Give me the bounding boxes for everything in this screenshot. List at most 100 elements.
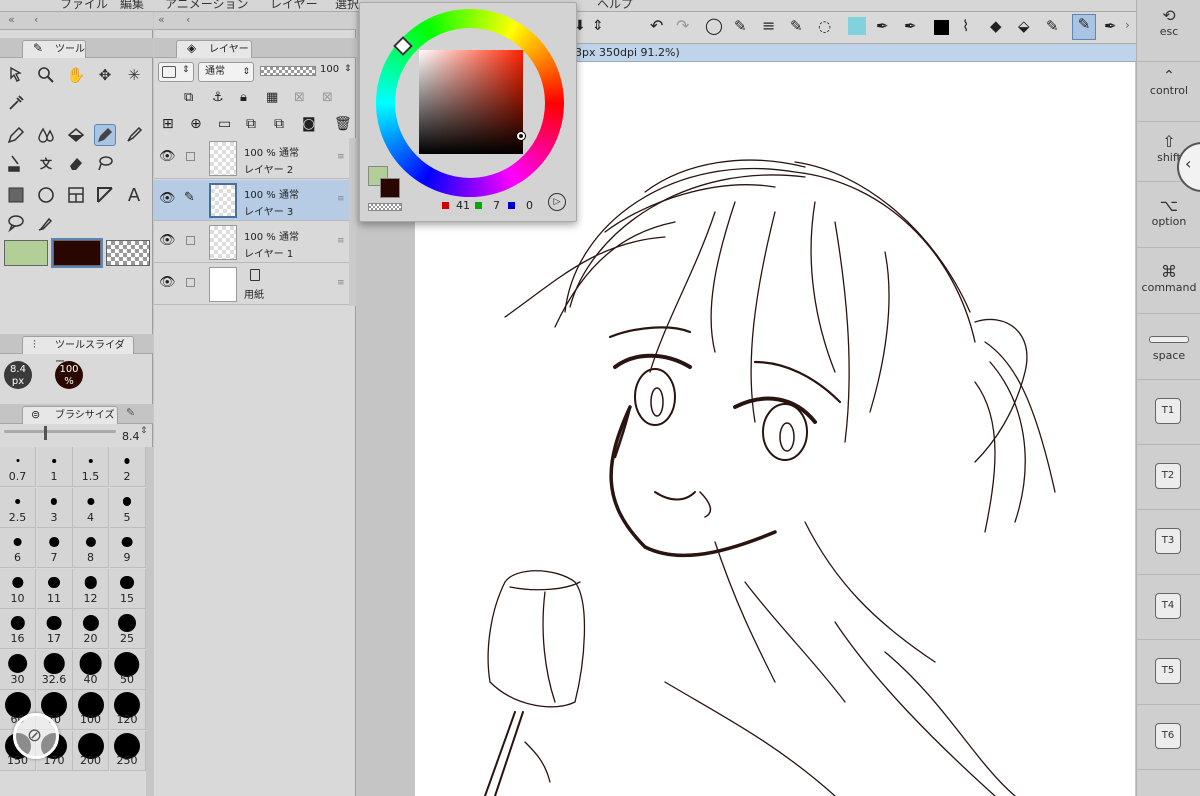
undo-icon[interactable]: ↶ — [650, 16, 663, 35]
collapse-left-icon[interactable]: « — [8, 13, 15, 26]
mask-icon[interactable]: ⊠ — [294, 90, 305, 105]
transparent-swatch[interactable] — [106, 240, 150, 266]
copy-layer-icon[interactable]: ⧉ — [246, 116, 256, 132]
gradient-icon[interactable] — [5, 152, 27, 174]
brush-size-cell[interactable]: 250 — [109, 730, 146, 771]
list-icon[interactable]: ≡ — [762, 16, 775, 35]
brush-size-cell[interactable]: 6 — [0, 528, 36, 568]
brush-size-slider-thumb[interactable] — [44, 426, 47, 440]
eye-icon[interactable]: 👁︎ — [159, 191, 176, 206]
brush-size-cell[interactable]: 4 — [73, 487, 109, 528]
ellipse-icon[interactable] — [35, 184, 57, 206]
eraser-icon[interactable]: ◆ — [990, 17, 1002, 35]
opacity-knob[interactable]: 100 % — [55, 361, 83, 389]
edit-target-checkbox[interactable] — [186, 152, 195, 161]
layer-scrollbar[interactable] — [349, 138, 356, 306]
mask-apply-icon[interactable]: ⊠ — [322, 90, 333, 105]
drag-handle-icon[interactable]: ≡ — [337, 278, 345, 288]
operation-tool-icon[interactable] — [5, 64, 27, 86]
drag-handle-icon[interactable]: ≡ — [337, 236, 345, 246]
option-key[interactable]: ⌥ option — [1137, 182, 1200, 248]
chevron-left-icon[interactable]: ‹ — [186, 13, 190, 26]
blend-icon[interactable] — [35, 124, 57, 146]
pen-icon[interactable]: ✎ — [790, 17, 803, 35]
brush-size-cell[interactable]: 12 — [73, 568, 109, 609]
clip-layer-icon[interactable]: ⧉ — [184, 90, 193, 105]
pen-icon[interactable]: ✒ — [904, 17, 917, 35]
edge-keyboard-button[interactable]: ⊘ — [13, 713, 59, 759]
menu-animation[interactable]: アニメーション — [165, 0, 249, 11]
balloon-icon[interactable] — [5, 212, 27, 234]
menu-edit[interactable]: 編集 — [120, 0, 144, 11]
esc-key[interactable]: ⟲ esc — [1137, 0, 1200, 62]
eye-icon[interactable]: 👁︎ — [159, 275, 176, 290]
tab-tool-slider[interactable]: ⫶ ツールスライダー — [22, 336, 134, 368]
collapse-left-icon[interactable]: « — [158, 13, 165, 26]
t2-key[interactable]: T2 — [1137, 445, 1200, 510]
text-tool-icon[interactable]: 文 — [35, 152, 57, 174]
chevron-left-icon[interactable]: ‹ — [34, 13, 38, 26]
edit-target-checkbox[interactable] — [186, 278, 195, 287]
chevron-updown-icon[interactable]: ⇕ — [592, 18, 604, 34]
brush-size-cell[interactable]: 5 — [109, 487, 146, 528]
lock-transparency-icon[interactable]: ▦ — [266, 90, 278, 105]
lasso-select-icon[interactable]: ◯ — [705, 16, 723, 35]
brush-size-cell[interactable]: 20 — [73, 609, 109, 649]
space-key[interactable]: space — [1137, 314, 1200, 380]
brush-size-cell[interactable]: 1 — [36, 447, 73, 487]
t4-key[interactable]: T4 — [1137, 575, 1200, 640]
t6-key[interactable]: T6 — [1137, 705, 1200, 770]
tab-brush-size[interactable]: ⊜ ブラシサイズ — [22, 406, 118, 424]
brush-size-cell[interactable]: 25 — [109, 609, 146, 649]
t3-key[interactable]: T3 — [1137, 510, 1200, 575]
control-key[interactable]: ⌃ control — [1137, 62, 1200, 122]
stepper-icon[interactable]: ⇕ — [140, 426, 148, 436]
reference-layer-icon[interactable]: ⚓ — [212, 90, 224, 105]
tab-layer[interactable]: ◈ レイヤー — [176, 40, 252, 58]
opacity-slider[interactable] — [260, 66, 316, 76]
delete-layer-icon[interactable]: 🗑︎ — [334, 116, 352, 132]
lasso-icon[interactable]: ◌ — [818, 17, 831, 35]
correct-line-icon[interactable] — [35, 212, 57, 234]
rect-shape-icon[interactable] — [5, 184, 27, 206]
brush-size-cell[interactable]: 15 — [109, 568, 146, 609]
brush-icon[interactable] — [123, 124, 145, 146]
transparent-chip[interactable] — [368, 203, 402, 211]
eye-icon[interactable]: 👁︎ — [159, 149, 176, 164]
drag-handle-icon[interactable]: ≡ — [337, 194, 345, 204]
menu-file[interactable]: ファイル — [60, 0, 108, 11]
t5-key[interactable]: T5 — [1137, 640, 1200, 705]
blend-mode-select[interactable]: 通常 ⇕ — [198, 62, 254, 82]
chevron-right-icon[interactable]: › — [1125, 18, 1130, 32]
pen-icon[interactable]: ✒ — [876, 17, 889, 35]
pen-icon[interactable]: ✒ — [1104, 17, 1117, 35]
play-icon[interactable]: ▷ — [548, 193, 566, 211]
ruler-icon[interactable] — [94, 184, 116, 206]
pen-icon[interactable]: ✎ — [1046, 17, 1059, 35]
pen-icon[interactable]: ✎ — [734, 17, 747, 35]
brush-size-cell[interactable]: 2.5 — [0, 487, 36, 528]
brush-size-knob[interactable]: 8.4 px — [4, 361, 32, 389]
lock-icon[interactable]: 🔒︎ — [240, 90, 247, 105]
brush-size-cell[interactable]: 17 — [36, 609, 73, 649]
brush-size-cell[interactable]: 11 — [36, 568, 73, 609]
eye-icon[interactable]: 👁︎ — [159, 233, 176, 248]
brush-size-cell[interactable]: 100 — [73, 690, 109, 730]
edit-target-checkbox[interactable] — [186, 236, 195, 245]
sub-color-swatch[interactable] — [51, 238, 103, 268]
frame-icon[interactable] — [65, 184, 87, 206]
opacity-stepper-icon[interactable]: ⇕ — [344, 64, 352, 74]
brush-size-cell[interactable]: 2 — [109, 447, 146, 487]
layer-mask-icon[interactable]: ◙ — [302, 116, 316, 132]
menu-select[interactable]: 選択 — [335, 0, 359, 11]
tab-pencil-icon[interactable]: ✎ — [126, 406, 135, 419]
brush-size-cell[interactable]: 40 — [73, 649, 109, 690]
brush-size-cell[interactable]: 32.6 — [36, 649, 73, 690]
pen-tool-icon[interactable] — [5, 124, 27, 146]
new-vector-layer-icon[interactable]: ⊕ — [190, 116, 202, 132]
zoom-icon[interactable] — [35, 64, 57, 86]
eraser-icon[interactable] — [65, 152, 87, 174]
t1-key[interactable]: T1 — [1137, 380, 1200, 445]
menu-layer[interactable]: レイヤー — [270, 0, 318, 11]
brush-size-cell[interactable]: 50 — [109, 649, 146, 690]
